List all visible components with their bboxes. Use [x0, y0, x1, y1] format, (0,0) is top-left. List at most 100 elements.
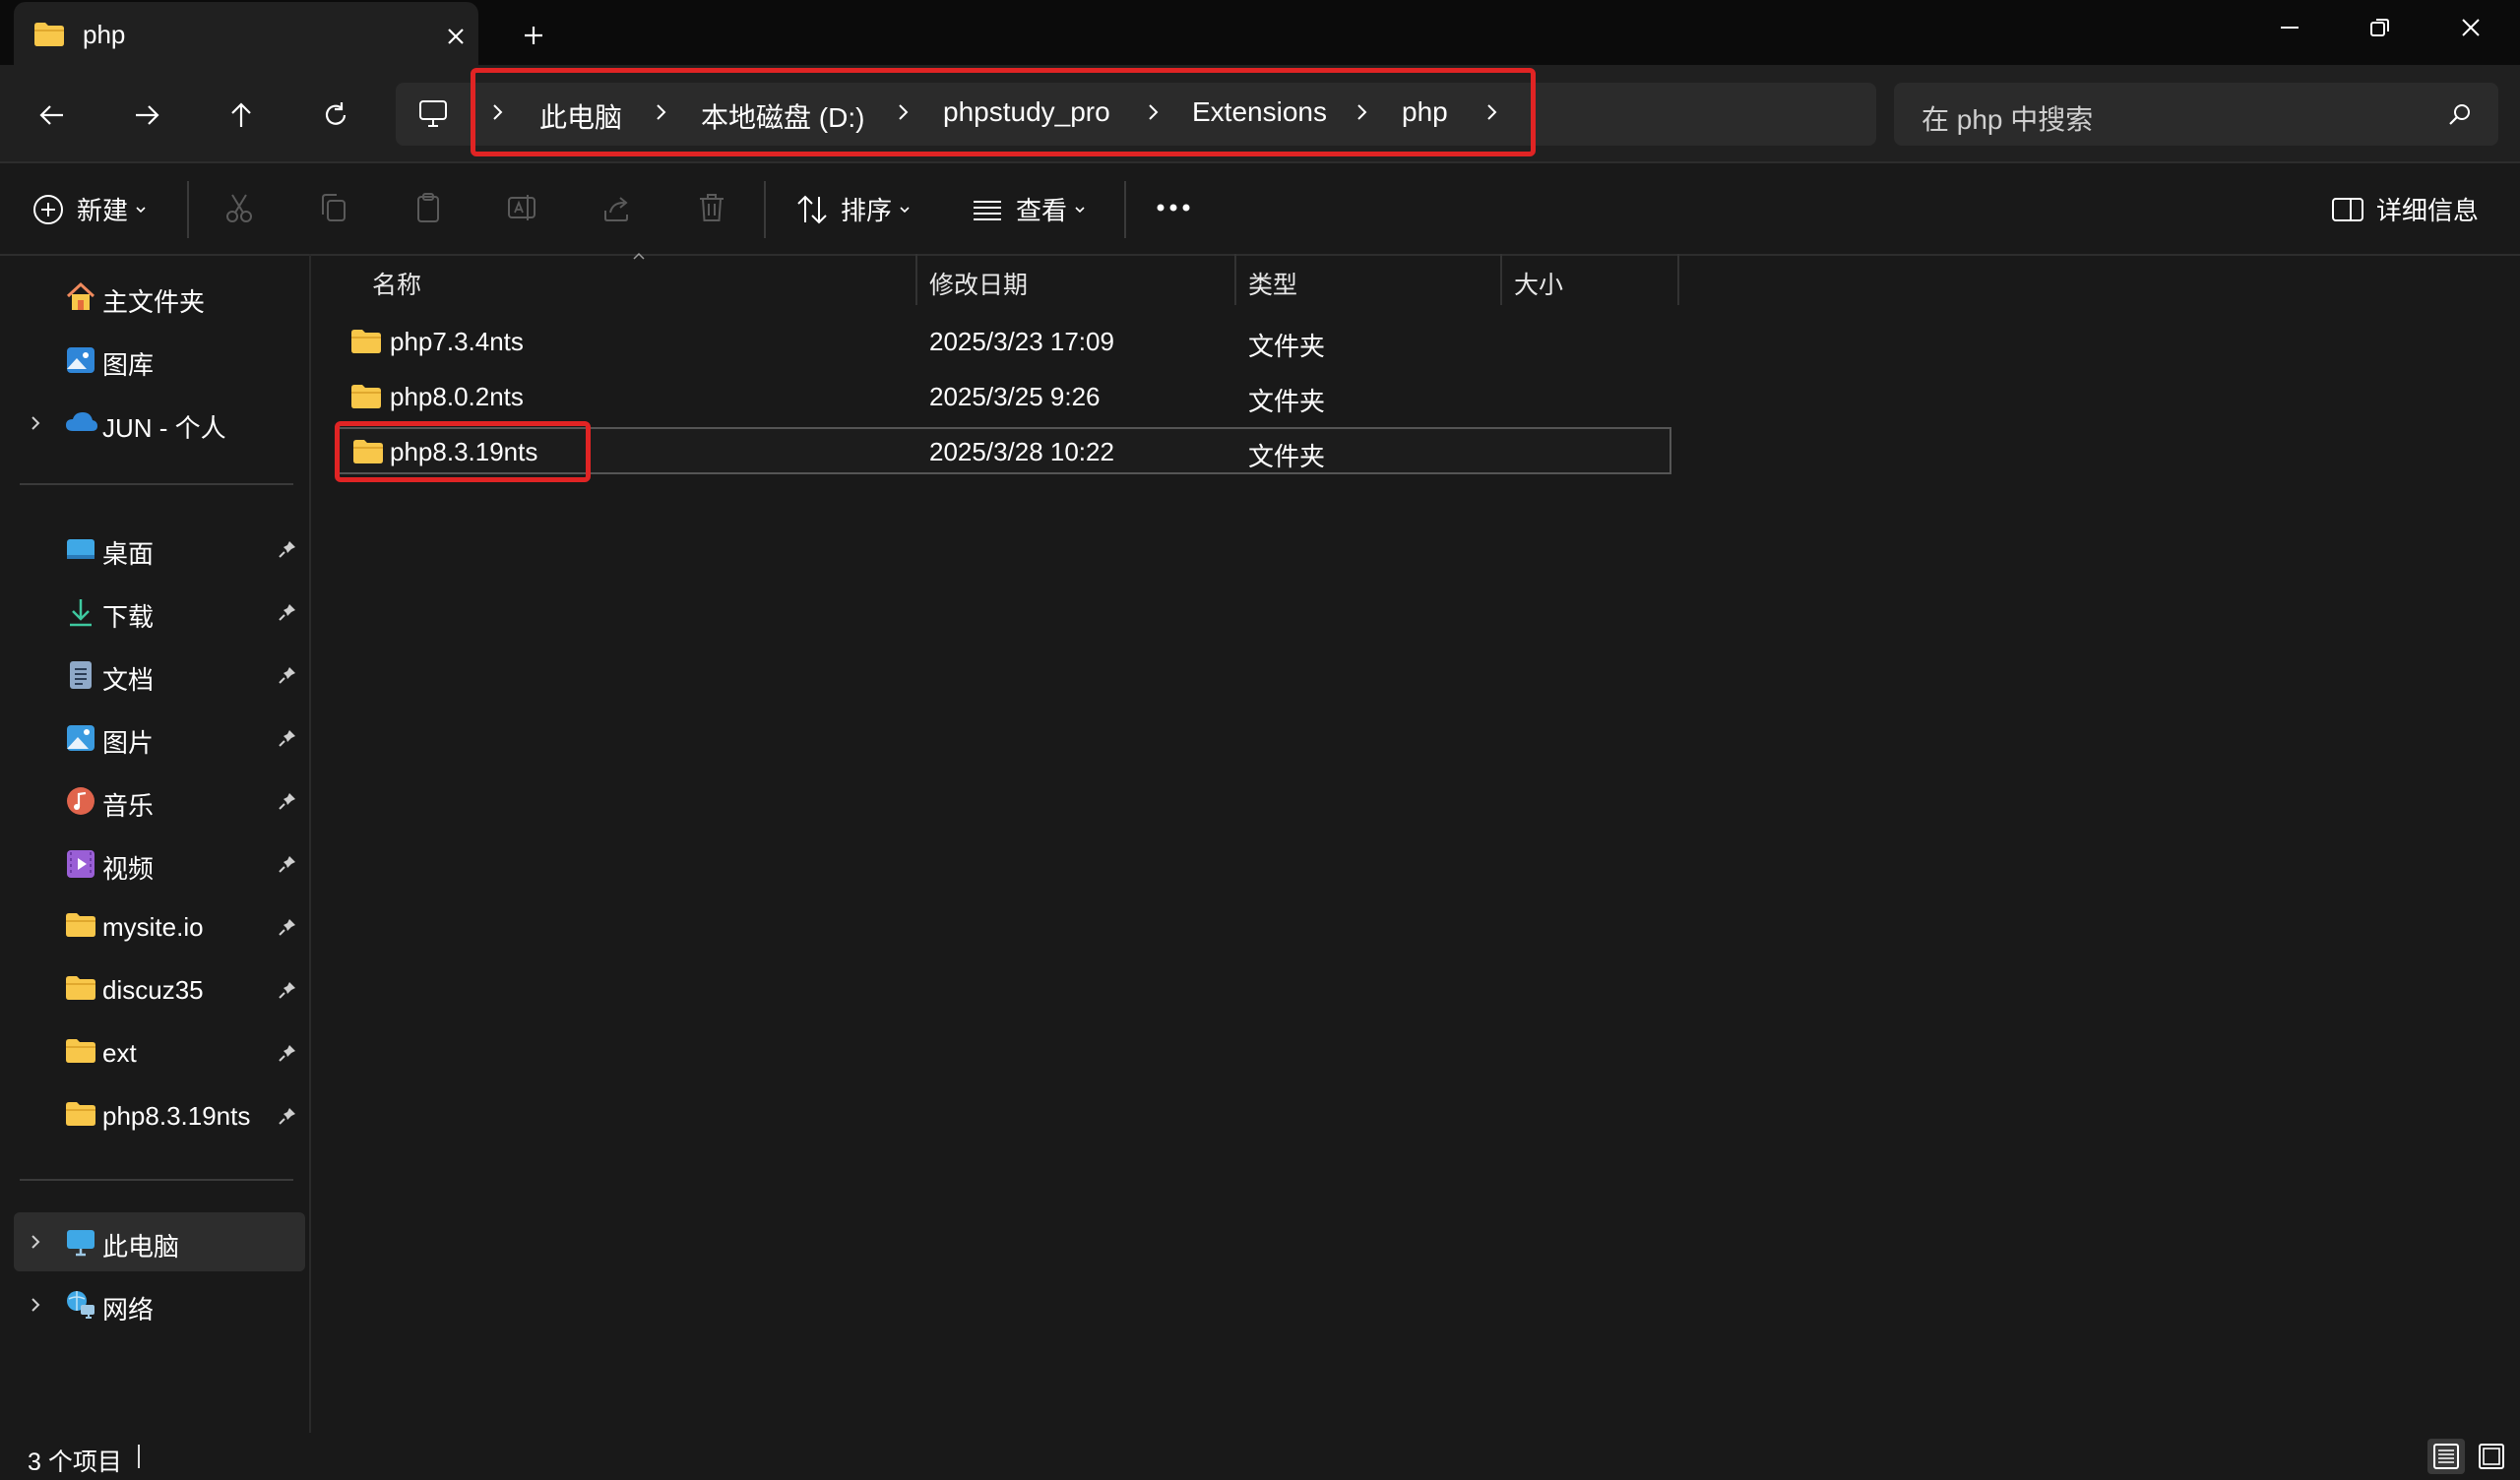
folder-icon	[65, 911, 96, 939]
refresh-button[interactable]	[311, 91, 360, 140]
pictures-icon	[65, 722, 96, 754]
sidebar-item-documents[interactable]: 文档	[14, 646, 305, 705]
rename-button[interactable]	[506, 191, 539, 224]
chevron-right-icon[interactable]	[28, 1232, 43, 1252]
details-pane-icon	[2331, 193, 2364, 226]
download-icon	[65, 596, 96, 628]
sidebar-item-this-pc[interactable]: 此电脑	[14, 1212, 305, 1271]
new-tab-button[interactable]	[512, 16, 555, 55]
close-tab-icon[interactable]	[439, 20, 472, 53]
search-icon[interactable]	[2447, 102, 2473, 128]
sidebar-item-label: discuz35	[102, 975, 204, 1005]
file-name: php7.3.4nts	[390, 327, 524, 356]
sidebar-item-downloads[interactable]: 下载	[14, 583, 305, 642]
new-label: 新建	[77, 196, 129, 225]
more-options-button[interactable]	[1154, 191, 1193, 224]
chevron-down-icon	[1073, 203, 1087, 216]
sidebar-item-pictures[interactable]: 图片	[14, 709, 305, 768]
column-divider[interactable]	[1677, 254, 1679, 305]
column-divider[interactable]	[1234, 254, 1236, 305]
sidebar-item-mysite[interactable]: mysite.io	[14, 897, 305, 956]
home-icon	[65, 281, 96, 313]
column-header-name[interactable]: 名称	[372, 266, 421, 301]
close-window-button[interactable]	[2431, 8, 2510, 47]
details-view-icon	[2433, 1444, 2459, 1469]
pin-icon[interactable]	[278, 917, 297, 937]
pin-icon[interactable]	[278, 602, 297, 622]
view-button[interactable]: 查看	[971, 191, 1087, 227]
scissors-icon	[222, 191, 256, 224]
view-list-icon	[971, 193, 1004, 226]
forward-button[interactable]	[122, 91, 171, 140]
sidebar-item-label: 图库	[102, 350, 155, 380]
sidebar-item-label: 网络	[102, 1295, 155, 1325]
details-view-toggle[interactable]	[2427, 1439, 2465, 1474]
document-icon	[65, 659, 96, 691]
command-bar: 新建 排序 查看 详细信息	[0, 161, 2520, 256]
sidebar-item-videos[interactable]: 视频	[14, 834, 305, 894]
delete-button[interactable]	[695, 191, 728, 224]
column-header-type[interactable]: 类型	[1248, 266, 1297, 301]
folder-icon	[65, 974, 96, 1002]
pane-divider[interactable]	[309, 254, 311, 1435]
sidebar-item-label: 桌面	[102, 539, 155, 569]
chevron-down-icon	[134, 203, 148, 216]
file-modified: 2025/3/28 10:22	[929, 437, 1114, 466]
pin-icon[interactable]	[278, 1106, 297, 1126]
minimize-button[interactable]	[2250, 8, 2329, 47]
paste-button[interactable]	[411, 191, 445, 224]
pin-icon[interactable]	[278, 665, 297, 685]
sidebar-item-music[interactable]: 音乐	[14, 771, 305, 831]
column-header-size[interactable]: 大小	[1514, 266, 1563, 301]
file-row[interactable]: php7.3.4nts 2025/3/23 17:09 文件夹	[337, 317, 1671, 364]
file-row[interactable]: php8.0.2nts 2025/3/25 9:26 文件夹	[337, 372, 1671, 419]
sidebar-item-label: mysite.io	[102, 912, 204, 942]
sidebar-item-gallery[interactable]: 图库	[14, 331, 305, 390]
sidebar-item-network[interactable]: 网络	[14, 1275, 305, 1334]
column-divider[interactable]	[1500, 254, 1502, 305]
restore-button[interactable]	[2341, 8, 2420, 47]
sidebar-divider	[20, 1179, 293, 1181]
this-pc-icon	[65, 1226, 96, 1258]
sidebar-item-onedrive[interactable]: JUN - 个人	[14, 394, 305, 453]
sidebar-item-discuz35[interactable]: discuz35	[14, 960, 305, 1019]
column-header-modified[interactable]: 修改日期	[929, 266, 1028, 301]
up-button[interactable]	[217, 91, 266, 140]
window-tab[interactable]: php	[14, 2, 478, 65]
chevron-right-icon[interactable]	[28, 1295, 43, 1315]
new-button[interactable]: 新建	[32, 191, 148, 227]
pin-icon[interactable]	[278, 539, 297, 559]
column-divider[interactable]	[915, 254, 917, 305]
pin-icon[interactable]	[278, 791, 297, 811]
cut-button[interactable]	[222, 191, 256, 224]
chevron-down-icon	[898, 203, 912, 216]
file-type: 文件夹	[1248, 442, 1326, 471]
sidebar-item-label: 视频	[102, 854, 155, 884]
pin-icon[interactable]	[278, 728, 297, 748]
sidebar-item-label: php8.3.19nts	[102, 1101, 251, 1131]
sort-label: 排序	[841, 196, 893, 225]
sidebar-item-home[interactable]: 主文件夹	[14, 268, 305, 327]
view-label: 查看	[1016, 196, 1068, 225]
thumbnail-view-toggle[interactable]	[2473, 1439, 2510, 1474]
chevron-right-icon[interactable]	[28, 413, 43, 433]
details-pane-button[interactable]: 详细信息	[2331, 191, 2479, 227]
pin-icon[interactable]	[278, 980, 297, 1000]
desktop-icon	[65, 533, 96, 565]
trash-icon	[695, 191, 728, 224]
pin-icon[interactable]	[278, 1043, 297, 1063]
sidebar-item-ext[interactable]: ext	[14, 1023, 305, 1082]
back-button[interactable]	[28, 91, 77, 140]
sidebar-item-desktop[interactable]: 桌面	[14, 520, 305, 579]
computer-icon	[417, 99, 449, 129]
folder-icon	[350, 384, 382, 409]
folder-icon	[65, 1037, 96, 1065]
share-button[interactable]	[600, 191, 634, 224]
folder-icon	[65, 1100, 96, 1128]
sidebar-item-php8319nts[interactable]: php8.3.19nts	[14, 1086, 305, 1145]
pin-icon[interactable]	[278, 854, 297, 874]
search-box[interactable]: 在 php 中搜索	[1894, 83, 2498, 146]
sidebar-item-label: 音乐	[102, 791, 155, 821]
copy-button[interactable]	[317, 191, 350, 224]
sort-button[interactable]: 排序	[795, 191, 912, 227]
